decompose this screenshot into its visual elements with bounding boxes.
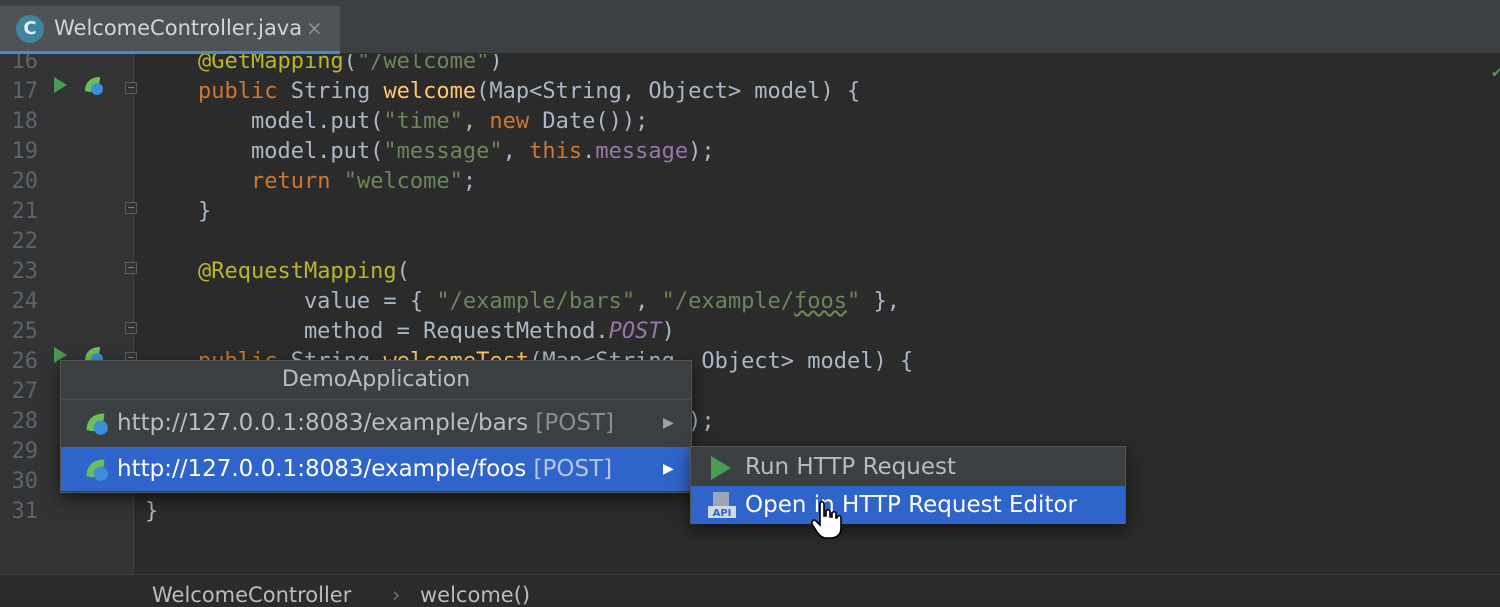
code-line[interactable]: 18 model.put("time", new Date()); (0, 107, 1500, 137)
code-line[interactable]: 19 model.put("message", this.message); (0, 137, 1500, 167)
line-number: 27 (11, 379, 39, 404)
line-number: 25 (11, 319, 39, 344)
code-text: @RequestMapping( (197, 259, 410, 284)
tab-title: WelcomeController.java (54, 16, 303, 40)
line-number: 18 (11, 109, 39, 134)
code-text: model.put("time", new Date()); (145, 109, 649, 134)
api-icon: API (708, 492, 736, 519)
endpoint-submenu: Run HTTP Request API Open in HTTP Reques… (690, 446, 1126, 524)
fold-marker[interactable] (125, 322, 137, 334)
breadcrumb-separator: › (392, 583, 401, 607)
code-text: public String welcome(Map<String, Object… (197, 79, 861, 104)
code-line[interactable]: 23 @RequestMapping( (0, 257, 1500, 287)
line-number: 30 (11, 469, 39, 494)
code-text: model.put("message", this.message); (145, 139, 715, 164)
fold-marker[interactable] (125, 82, 137, 94)
breadcrumb: WelcomeController › welcome() (0, 574, 1500, 607)
code-text: value = { "/example/bars", "/example/foo… (145, 289, 901, 314)
breadcrumb-item-method[interactable]: welcome() (420, 583, 530, 607)
line-number: 28 (11, 409, 39, 434)
submenu-item-label: Open in HTTP Request Editor (745, 492, 1077, 518)
line-number: 21 (11, 199, 39, 224)
run-gutter-icon[interactable] (54, 77, 67, 93)
tab-welcome-controller[interactable]: C WelcomeController.java × (0, 6, 340, 54)
code-text: method = RequestMethod.POST) (145, 319, 675, 344)
line-number: 24 (11, 289, 39, 314)
code-text: } (145, 199, 212, 224)
code-text: @GetMapping("/welcome") (197, 54, 503, 74)
spring-endpoint-icon (86, 413, 108, 435)
class-icon: C (16, 15, 44, 43)
code-line[interactable]: 16 @GetMapping("/welcome") (0, 54, 1500, 77)
popup-item-url: http://127.0.0.1:8083/example/bars (117, 410, 529, 436)
popup-item-foos[interactable]: http://127.0.0.1:8083/example/foos [POST… (61, 447, 691, 491)
line-number: 29 (11, 439, 39, 464)
close-icon[interactable]: × (306, 16, 323, 40)
submenu-arrow-icon: ▶ (663, 415, 674, 431)
run-http-request-item[interactable]: Run HTTP Request (691, 448, 1125, 486)
code-line[interactable]: 20 return "welcome"; (0, 167, 1500, 197)
fold-marker[interactable] (125, 262, 137, 274)
code-line[interactable]: 22 (0, 227, 1500, 257)
line-number: 17 (11, 79, 39, 104)
hand-cursor-icon (811, 500, 842, 539)
svg-text:API: API (713, 508, 732, 519)
popup-item-bars[interactable]: http://127.0.0.1:8083/example/bars [POST… (61, 401, 691, 445)
submenu-arrow-icon: ▶ (663, 461, 674, 477)
code-line[interactable]: 21 } (0, 197, 1500, 227)
line-number: 19 (11, 139, 39, 164)
code-text: } (145, 499, 159, 524)
editor-tab-bar: C WelcomeController.java × (0, 0, 1500, 54)
line-number: 26 (11, 349, 39, 374)
breadcrumb-item-class[interactable]: WelcomeController (152, 583, 351, 607)
endpoint-popup: DemoApplication http://127.0.0.1:8083/ex… (60, 360, 692, 493)
code-line[interactable]: 25 method = RequestMethod.POST) (0, 317, 1500, 347)
submenu-item-label: Run HTTP Request (745, 454, 957, 480)
code-text: return "welcome"; (250, 169, 477, 194)
code-line[interactable]: 17 public String welcome(Map<String, Obj… (0, 77, 1500, 107)
popup-item-method: [POST] (535, 410, 614, 436)
fold-marker[interactable] (125, 202, 137, 214)
open-http-request-editor-item[interactable]: API Open in HTTP Request Editor (691, 486, 1125, 524)
code-line[interactable]: 24 value = { "/example/bars", "/example/… (0, 287, 1500, 317)
popup-item-url: http://127.0.0.1:8083/example/foos (117, 456, 527, 482)
inspection-ok-icon: ✔ (1492, 62, 1500, 81)
popup-title: DemoApplication (61, 361, 691, 400)
line-number: 23 (11, 259, 39, 284)
spring-endpoint-icon[interactable] (82, 74, 104, 96)
run-icon (711, 456, 731, 480)
line-number: 31 (11, 499, 39, 524)
spring-endpoint-icon (86, 459, 108, 481)
line-number: 16 (11, 54, 39, 74)
line-number: 22 (11, 229, 39, 254)
line-number: 20 (11, 169, 39, 194)
popup-item-method: [POST] (533, 456, 613, 482)
